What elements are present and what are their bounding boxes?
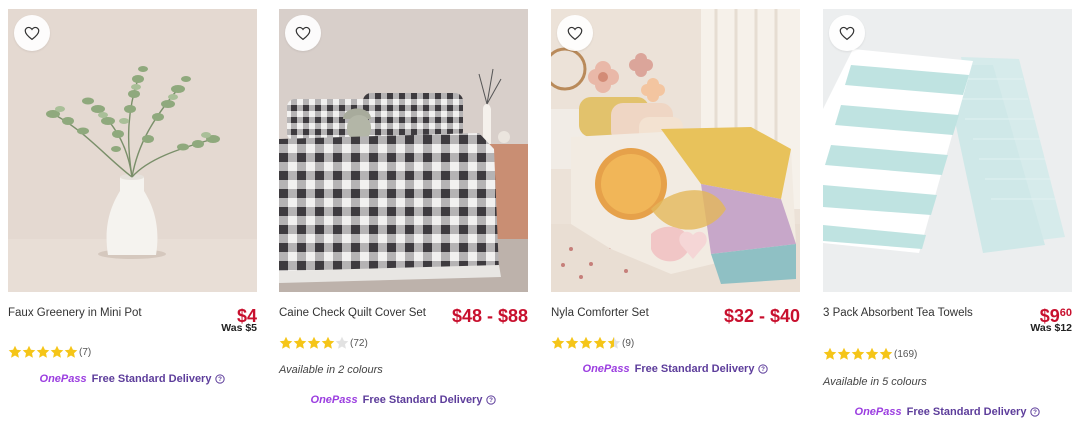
product-card[interactable]: Caine Check Quilt Cover Set $48 - $88 (7… [279,9,528,406]
product-name[interactable]: Nyla Comforter Set [551,307,649,319]
star-icon [607,336,621,349]
onepass-logo: OnePass [39,373,87,385]
heart-outline-icon [24,26,40,41]
star-icon [307,336,321,349]
price-cents: 60 [1059,307,1072,319]
star-icon [22,345,36,358]
product-name[interactable]: Faux Greenery in Mini Pot [8,307,142,319]
info-circle-icon[interactable]: ? [1030,407,1041,417]
delivery-badge: OnePass Free Standard Delivery ? [823,406,1072,418]
onepass-logo: OnePass [854,406,902,418]
star-icon [565,336,579,349]
wishlist-button[interactable] [285,15,321,51]
star-icon [50,345,64,358]
wishlist-button[interactable] [14,15,50,51]
heart-outline-icon [567,26,583,41]
info-circle-icon[interactable]: ? [486,395,497,405]
wishlist-button[interactable] [557,15,593,51]
heart-outline-icon [295,26,311,41]
svg-text:?: ? [490,397,494,404]
star-icon [279,336,293,349]
quilt-cover-image [279,9,528,292]
heart-outline-icon [839,26,855,41]
was-price: Was $12 [1030,322,1072,334]
product-image[interactable] [8,9,257,292]
star-icon [823,347,837,360]
star-icon [579,336,593,349]
star-icon [36,345,50,358]
comforter-set-image [551,9,800,292]
svg-text:?: ? [762,366,766,373]
product-name[interactable]: Caine Check Quilt Cover Set [279,307,426,319]
star-icon [321,336,335,349]
rating: (169) [823,347,917,361]
delivery-label: Free Standard Delivery [362,394,483,406]
wishlist-button[interactable] [829,15,865,51]
rating: (7) [8,345,91,359]
product-price: $32 - $40 [723,306,800,326]
rating: (72) [279,336,368,350]
was-price: Was $5 [221,322,257,334]
star-rating [8,345,78,359]
star-icon [865,347,879,360]
star-rating [551,336,621,350]
svg-text:?: ? [1034,409,1038,416]
product-image[interactable] [279,9,528,292]
review-count: (7) [79,346,92,358]
product-card[interactable]: 3 Pack Absorbent Tea Towels $960 Was $12… [823,9,1072,418]
onepass-logo: OnePass [310,394,358,406]
delivery-label: Free Standard Delivery [91,373,212,385]
rating: (9) [551,336,634,350]
star-icon [64,345,78,358]
product-price: $48 - $88 [451,306,528,326]
product-image[interactable] [551,9,800,292]
star-icon [551,336,565,349]
star-icon [593,336,607,349]
review-count: (72) [350,337,368,349]
svg-text:?: ? [219,376,223,383]
delivery-badge: OnePass Free Standard Delivery ? [8,373,257,385]
colour-availability: Available in 5 colours [823,376,927,388]
star-icon [335,336,349,349]
info-circle-icon[interactable]: ? [758,364,769,374]
delivery-badge: OnePass Free Standard Delivery ? [551,363,800,375]
star-icon [293,336,307,349]
tea-towels-image [823,9,1072,292]
onepass-logo: OnePass [582,363,630,375]
review-count: (169) [894,348,918,360]
star-icon [879,347,893,360]
delivery-badge: OnePass Free Standard Delivery ? [279,394,528,406]
product-name[interactable]: 3 Pack Absorbent Tea Towels [823,307,973,319]
star-icon [8,345,22,358]
star-icon [851,347,865,360]
delivery-label: Free Standard Delivery [906,406,1027,418]
star-rating [279,336,349,350]
star-rating [823,347,893,361]
product-card[interactable]: Faux Greenery in Mini Pot $4 Was $5 (7) … [8,9,257,385]
star-icon [837,347,851,360]
info-circle-icon[interactable]: ? [215,374,226,384]
greenery-pot-image [8,9,257,292]
product-card[interactable]: Nyla Comforter Set $32 - $40 (9) OnePass… [551,9,800,375]
review-count: (9) [622,337,635,349]
colour-availability: Available in 2 colours [279,364,383,376]
delivery-label: Free Standard Delivery [634,363,755,375]
product-image[interactable] [823,9,1072,292]
